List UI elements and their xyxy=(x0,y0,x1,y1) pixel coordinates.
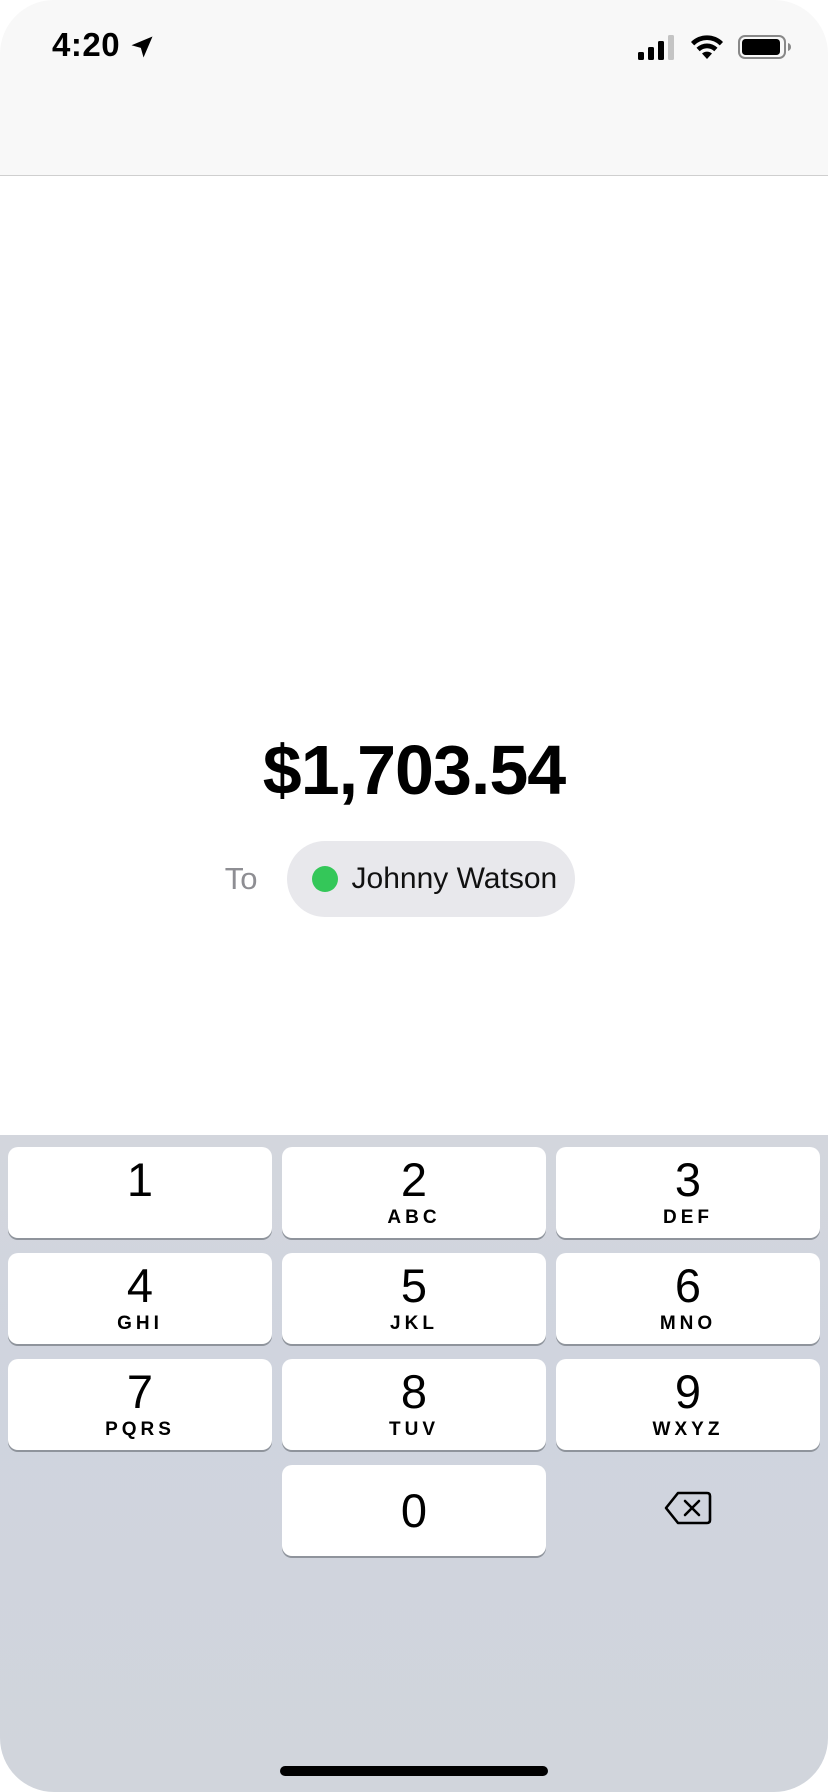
key-digit: 0 xyxy=(400,1484,428,1537)
recipient-row: To Johnny Watson xyxy=(0,841,828,917)
key-digit: 2 xyxy=(400,1153,428,1206)
key-letters: PQRS xyxy=(105,1419,175,1440)
key-letters: MNO xyxy=(659,1313,717,1334)
key-digit: 7 xyxy=(126,1365,154,1418)
delete-button[interactable] xyxy=(556,1465,820,1556)
key-9[interactable]: 9 WXYZ xyxy=(556,1359,820,1450)
key-4[interactable]: 4 GHI xyxy=(8,1253,272,1344)
key-digit: 1 xyxy=(126,1153,154,1206)
recipient-name: Johnny Watson xyxy=(351,862,558,895)
status-icons xyxy=(638,34,792,60)
key-0[interactable]: 0 xyxy=(282,1465,546,1556)
payment-amount: $1,703.54 xyxy=(262,731,566,809)
home-indicator[interactable] xyxy=(280,1766,548,1776)
numeric-keypad: 1 2 ABC 3 DEF 4 GHI 5 JKL 6 MNO 7 PQRS 8 xyxy=(0,1135,828,1792)
key-letters: TUV xyxy=(389,1419,439,1440)
key-7[interactable]: 7 PQRS xyxy=(8,1359,272,1450)
recipient-chip[interactable]: Johnny Watson xyxy=(286,841,576,917)
key-digit: 9 xyxy=(674,1365,702,1418)
key-2[interactable]: 2 ABC xyxy=(282,1147,546,1238)
status-time: 4:20 xyxy=(52,26,121,63)
key-letters: DEF xyxy=(663,1207,713,1228)
online-status-dot xyxy=(311,866,338,892)
key-1[interactable]: 1 xyxy=(8,1147,272,1238)
delete-backspace-icon xyxy=(664,1491,712,1530)
key-letters: ABC xyxy=(387,1207,441,1228)
key-6[interactable]: 6 MNO xyxy=(556,1253,820,1344)
key-letters: JKL xyxy=(390,1313,438,1334)
key-digit: 5 xyxy=(400,1259,428,1312)
status-time-group: 4:20 xyxy=(52,26,156,64)
key-digit: 4 xyxy=(126,1259,154,1312)
key-letters: GHI xyxy=(117,1313,163,1334)
battery-icon xyxy=(738,34,792,60)
location-arrow-icon xyxy=(128,31,156,59)
key-digit: 6 xyxy=(674,1259,702,1312)
wifi-icon xyxy=(690,34,724,60)
key-letters: WXYZ xyxy=(652,1419,724,1440)
key-digit: 8 xyxy=(400,1365,428,1418)
key-digit: 3 xyxy=(674,1153,702,1206)
cellular-signal-icon xyxy=(638,34,676,60)
key-8[interactable]: 8 TUV xyxy=(282,1359,546,1450)
to-label: To xyxy=(224,861,258,896)
status-bar: 4:20 xyxy=(0,0,828,176)
key-5[interactable]: 5 JKL xyxy=(282,1253,546,1344)
key-3[interactable]: 3 DEF xyxy=(556,1147,820,1238)
payment-screen: 4:20 $1,703.54 To Johnny Watson 1 2 ABC … xyxy=(0,0,828,1792)
